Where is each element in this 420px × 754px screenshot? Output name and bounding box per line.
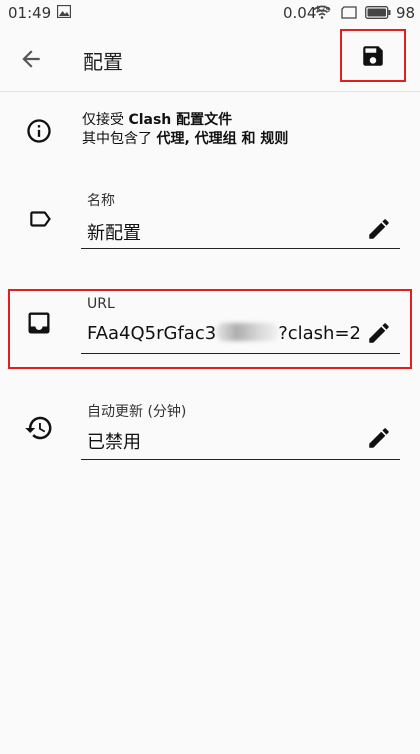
battery-icon: [365, 6, 391, 19]
pencil-edit-icon[interactable]: [366, 425, 392, 451]
inbox-icon: [28, 312, 50, 334]
page-title: 配置: [83, 50, 123, 74]
status-bar: 01:49 0.04K/s 98: [0, 0, 420, 26]
info-text: 仅接受 Clash 配置文件 其中包含了 代理, 代理组 和 规则: [82, 111, 288, 149]
pencil-edit-icon[interactable]: [366, 320, 392, 346]
auto-update-label: 自动更新 (分钟): [87, 404, 187, 420]
url-underline: [81, 353, 400, 354]
url-label: URL: [87, 296, 115, 312]
url-value: FAa4Q5rGfac3 ?clash=2: [87, 323, 361, 344]
history-clock-icon: [25, 416, 52, 440]
pencil-edit-icon[interactable]: [366, 216, 392, 242]
wifi-icon: [313, 5, 331, 19]
name-label: 名称: [87, 193, 115, 209]
floppy-disk-icon: [363, 45, 383, 66]
name-underline: [81, 248, 400, 249]
gallery-notification-icon: [57, 5, 71, 18]
status-time: 01:49: [8, 4, 52, 22]
arrow-back-icon[interactable]: [18, 46, 44, 72]
info-line-2: 其中包含了 代理, 代理组 和 规则: [82, 131, 289, 147]
toolbar-divider: [0, 91, 420, 92]
message-box-icon: [341, 6, 357, 19]
auto-update-underline: [81, 459, 400, 460]
auto-update-value: 已禁用: [87, 432, 141, 453]
battery-level: 98: [396, 4, 416, 22]
info-circle-icon: [27, 119, 51, 143]
toolbar: 配置: [0, 26, 420, 92]
save-button[interactable]: [340, 29, 406, 82]
label-tag-icon: [30, 211, 51, 227]
redacted-blur: [216, 323, 279, 341]
info-line-1: 仅接受 Clash 配置文件: [82, 112, 233, 128]
name-value: 新配置: [87, 223, 141, 244]
